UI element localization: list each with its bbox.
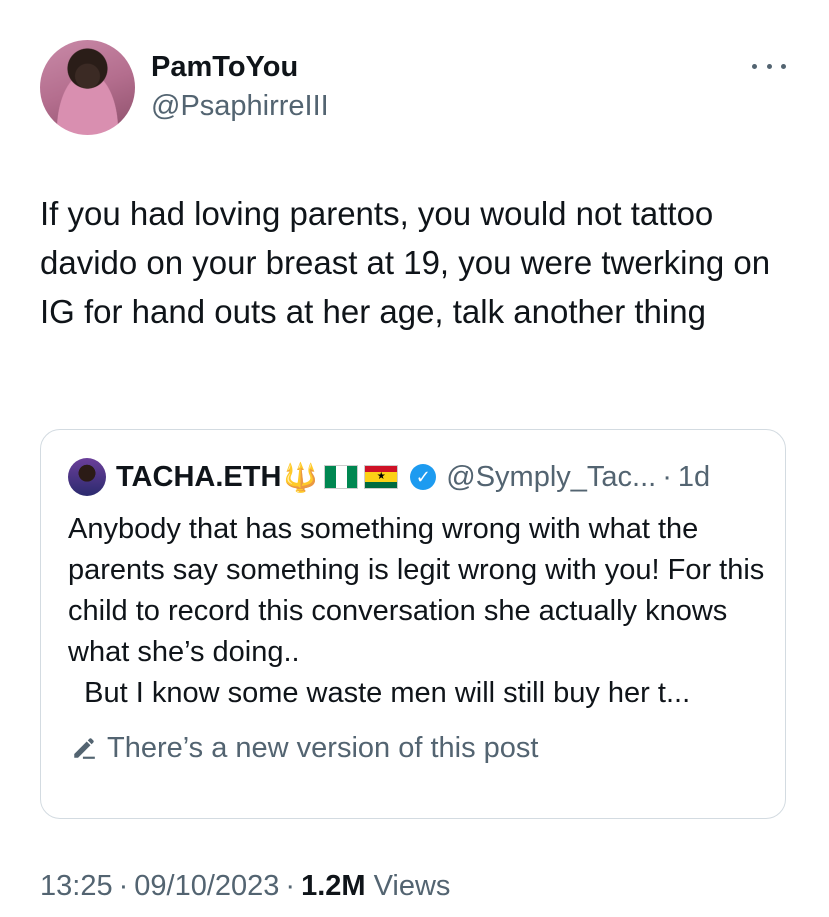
quoted-timestamp[interactable]: 1d [678,461,710,494]
new-version-link[interactable]: There’s a new version of this post [71,728,538,768]
meta-separator: · [118,869,129,902]
post-meta: 13:25 · 09/10/2023 · 1.2M Views [40,866,450,906]
quoted-separator: · [662,460,672,493]
more-options-icon[interactable] [752,56,786,76]
views-label: Views [373,869,451,902]
meta-separator-2: · [285,869,296,902]
verified-badge-icon: ✓ [410,464,437,490]
author-avatar[interactable] [40,40,135,135]
quoted-post-card[interactable]: TACHA.ETH 🔱 ★ ✓ @Symply_Tac... · 1d Anyb… [40,429,786,819]
post-time[interactable]: 13:25 [40,870,113,903]
pencil-icon [74,738,95,759]
quoted-post-header: TACHA.ETH 🔱 ★ ✓ @Symply_Tac... · 1d [68,458,710,496]
nigeria-flag-icon [324,465,359,489]
new-version-label: There’s a new version of this post [107,731,539,764]
views-count[interactable]: 1.2M [301,870,365,903]
quoted-handle[interactable]: @Symply_Tac... [446,461,656,494]
quoted-display-name[interactable]: TACHA.ETH [116,461,281,494]
ghana-flag-icon: ★ [364,465,399,489]
tweet-text: If you had loving parents, you would not… [40,195,771,330]
post-date[interactable]: 09/10/2023 [134,870,279,903]
quoted-post-text: Anybody that has something wrong with wh… [68,513,765,709]
quoted-avatar[interactable] [68,458,106,496]
trident-emoji: 🔱 [283,461,319,493]
author-handle[interactable]: @PsaphirreIII [151,88,329,124]
author-display-name[interactable]: PamToYou [151,49,298,85]
